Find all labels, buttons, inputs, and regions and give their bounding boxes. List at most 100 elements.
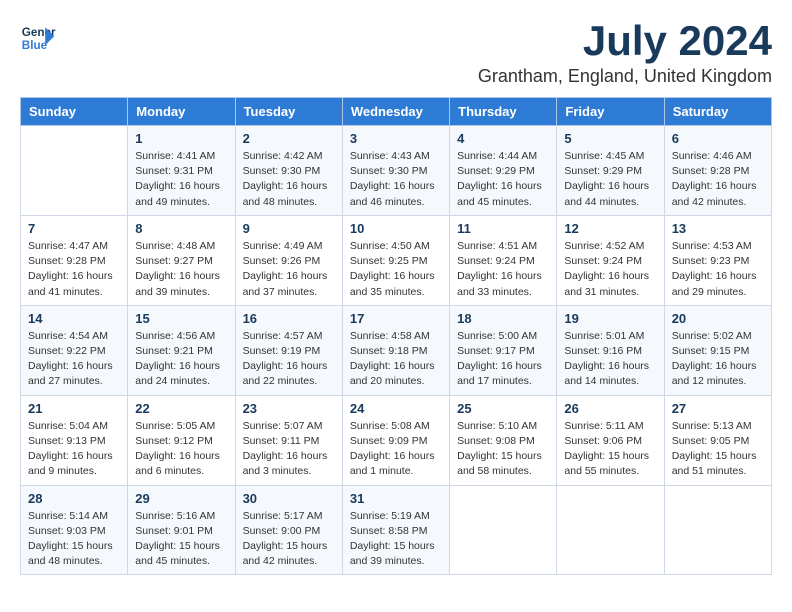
calendar-cell: 3 Sunrise: 4:43 AM Sunset: 9:30 PM Daylig… — [342, 126, 449, 216]
day-info: Sunrise: 4:43 AM Sunset: 9:30 PM Dayligh… — [350, 149, 442, 210]
day-info: Sunrise: 5:10 AM Sunset: 9:08 PM Dayligh… — [457, 419, 549, 480]
calendar-cell: 24 Sunrise: 5:08 AM Sunset: 9:09 PM Dayli… — [342, 395, 449, 485]
calendar-cell: 23Sunrise: 5:07 AM Sunset: 9:11 PM Dayli… — [235, 395, 342, 485]
day-number: 4 — [457, 131, 549, 146]
title-area: July 2024 Grantham, England, United King… — [478, 20, 772, 87]
calendar-cell: 14 Sunrise: 4:54 AM Sunset: 9:22 PM Dayli… — [21, 305, 128, 395]
day-number: 1 — [135, 131, 227, 146]
calendar-cell — [21, 126, 128, 216]
day-info: Sunrise: 4:49 AM Sunset: 9:26 PM Dayligh… — [243, 239, 335, 300]
day-number: 3 — [350, 131, 442, 146]
header-row: SundayMondayTuesdayWednesdayThursdayFrid… — [21, 98, 772, 126]
header-cell-saturday: Saturday — [664, 98, 771, 126]
day-number: 21 — [28, 401, 120, 416]
calendar-cell: 28Sunrise: 5:14 AM Sunset: 9:03 PM Dayli… — [21, 485, 128, 575]
day-info: Sunrise: 5:14 AM Sunset: 9:03 PM Dayligh… — [28, 509, 120, 570]
day-info: Sunrise: 5:08 AM Sunset: 9:09 PM Dayligh… — [350, 419, 442, 480]
header-cell-friday: Friday — [557, 98, 664, 126]
calendar-cell — [450, 485, 557, 575]
day-info: Sunrise: 5:04 AM Sunset: 9:13 PM Dayligh… — [28, 419, 120, 480]
calendar-cell: 18 Sunrise: 5:00 AM Sunset: 9:17 PM Dayli… — [450, 305, 557, 395]
day-info: Sunrise: 4:50 AM Sunset: 9:25 PM Dayligh… — [350, 239, 442, 300]
day-number: 12 — [564, 221, 656, 236]
logo: General Blue — [20, 20, 56, 56]
day-number: 6 — [672, 131, 764, 146]
day-number: 20 — [672, 311, 764, 326]
day-info: Sunrise: 4:47 AM Sunset: 9:28 PM Dayligh… — [28, 239, 120, 300]
calendar-cell: 8 Sunrise: 4:48 AM Sunset: 9:27 PM Daylig… — [128, 215, 235, 305]
day-info: Sunrise: 5:02 AM Sunset: 9:15 PM Dayligh… — [672, 329, 764, 390]
day-info: Sunrise: 4:53 AM Sunset: 9:23 PM Dayligh… — [672, 239, 764, 300]
calendar-cell: 11Sunrise: 4:51 AM Sunset: 9:24 PM Dayli… — [450, 215, 557, 305]
calendar-cell: 2Sunrise: 4:42 AM Sunset: 9:30 PM Daylig… — [235, 126, 342, 216]
calendar-cell: 15 Sunrise: 4:56 AM Sunset: 9:21 PM Dayli… — [128, 305, 235, 395]
header-cell-sunday: Sunday — [21, 98, 128, 126]
calendar-cell — [557, 485, 664, 575]
calendar-cell: 6 Sunrise: 4:46 AM Sunset: 9:28 PM Daylig… — [664, 126, 771, 216]
day-info: Sunrise: 5:16 AM Sunset: 9:01 PM Dayligh… — [135, 509, 227, 570]
day-info: Sunrise: 5:00 AM Sunset: 9:17 PM Dayligh… — [457, 329, 549, 390]
calendar-cell: 25 Sunrise: 5:10 AM Sunset: 9:08 PM Dayli… — [450, 395, 557, 485]
logo-icon: General Blue — [20, 20, 56, 56]
header-cell-wednesday: Wednesday — [342, 98, 449, 126]
day-info: Sunrise: 5:13 AM Sunset: 9:05 PM Dayligh… — [672, 419, 764, 480]
calendar-cell: 12 Sunrise: 4:52 AM Sunset: 9:24 PM Dayli… — [557, 215, 664, 305]
day-info: Sunrise: 5:01 AM Sunset: 9:16 PM Dayligh… — [564, 329, 656, 390]
day-number: 16 — [243, 311, 335, 326]
day-info: Sunrise: 5:19 AM Sunset: 8:58 PM Dayligh… — [350, 509, 442, 570]
calendar-cell: 9 Sunrise: 4:49 AM Sunset: 9:26 PM Daylig… — [235, 215, 342, 305]
day-number: 10 — [350, 221, 442, 236]
calendar-cell: 31 Sunrise: 5:19 AM Sunset: 8:58 PM Dayli… — [342, 485, 449, 575]
header-cell-tuesday: Tuesday — [235, 98, 342, 126]
calendar-cell: 7 Sunrise: 4:47 AM Sunset: 9:28 PM Daylig… — [21, 215, 128, 305]
day-info: Sunrise: 4:58 AM Sunset: 9:18 PM Dayligh… — [350, 329, 442, 390]
day-info: Sunrise: 4:54 AM Sunset: 9:22 PM Dayligh… — [28, 329, 120, 390]
day-info: Sunrise: 5:05 AM Sunset: 9:12 PM Dayligh… — [135, 419, 227, 480]
header: General Blue July 2024 Grantham, England… — [20, 20, 772, 87]
day-number: 25 — [457, 401, 549, 416]
day-number: 2 — [243, 131, 335, 146]
day-number: 9 — [243, 221, 335, 236]
day-number: 18 — [457, 311, 549, 326]
day-info: Sunrise: 4:45 AM Sunset: 9:29 PM Dayligh… — [564, 149, 656, 210]
day-info: Sunrise: 4:46 AM Sunset: 9:28 PM Dayligh… — [672, 149, 764, 210]
calendar-cell: 10 Sunrise: 4:50 AM Sunset: 9:25 PM Dayli… — [342, 215, 449, 305]
day-info: Sunrise: 5:11 AM Sunset: 9:06 PM Dayligh… — [564, 419, 656, 480]
calendar-cell: 13 Sunrise: 4:53 AM Sunset: 9:23 PM Dayli… — [664, 215, 771, 305]
day-number: 22 — [135, 401, 227, 416]
day-number: 31 — [350, 491, 442, 506]
day-number: 30 — [243, 491, 335, 506]
day-info: Sunrise: 4:52 AM Sunset: 9:24 PM Dayligh… — [564, 239, 656, 300]
week-row-1: 1 Sunrise: 4:41 AM Sunset: 9:31 PM Daylig… — [21, 126, 772, 216]
header-cell-monday: Monday — [128, 98, 235, 126]
week-row-2: 7 Sunrise: 4:47 AM Sunset: 9:28 PM Daylig… — [21, 215, 772, 305]
day-info: Sunrise: 4:48 AM Sunset: 9:27 PM Dayligh… — [135, 239, 227, 300]
day-number: 14 — [28, 311, 120, 326]
calendar-cell: 30 Sunrise: 5:17 AM Sunset: 9:00 PM Dayli… — [235, 485, 342, 575]
day-info: Sunrise: 4:57 AM Sunset: 9:19 PM Dayligh… — [243, 329, 335, 390]
day-number: 24 — [350, 401, 442, 416]
day-info: Sunrise: 5:17 AM Sunset: 9:00 PM Dayligh… — [243, 509, 335, 570]
day-number: 7 — [28, 221, 120, 236]
day-number: 29 — [135, 491, 227, 506]
calendar-cell: 22 Sunrise: 5:05 AM Sunset: 9:12 PM Dayli… — [128, 395, 235, 485]
day-info: Sunrise: 5:07 AM Sunset: 9:11 PM Dayligh… — [243, 419, 335, 480]
calendar-table: SundayMondayTuesdayWednesdayThursdayFrid… — [20, 97, 772, 575]
day-number: 26 — [564, 401, 656, 416]
day-number: 8 — [135, 221, 227, 236]
day-info: Sunrise: 4:51 AM Sunset: 9:24 PM Dayligh… — [457, 239, 549, 300]
calendar-cell: 19Sunrise: 5:01 AM Sunset: 9:16 PM Dayli… — [557, 305, 664, 395]
calendar-cell: 20 Sunrise: 5:02 AM Sunset: 9:15 PM Dayli… — [664, 305, 771, 395]
day-number: 5 — [564, 131, 656, 146]
calendar-cell: 5 Sunrise: 4:45 AM Sunset: 9:29 PM Daylig… — [557, 126, 664, 216]
week-row-5: 28Sunrise: 5:14 AM Sunset: 9:03 PM Dayli… — [21, 485, 772, 575]
svg-text:Blue: Blue — [22, 39, 48, 52]
day-number: 15 — [135, 311, 227, 326]
day-info: Sunrise: 4:56 AM Sunset: 9:21 PM Dayligh… — [135, 329, 227, 390]
day-number: 13 — [672, 221, 764, 236]
day-info: Sunrise: 4:41 AM Sunset: 9:31 PM Dayligh… — [135, 149, 227, 210]
day-number: 17 — [350, 311, 442, 326]
calendar-cell: 21 Sunrise: 5:04 AM Sunset: 9:13 PM Dayli… — [21, 395, 128, 485]
calendar-cell: 17 Sunrise: 4:58 AM Sunset: 9:18 PM Dayli… — [342, 305, 449, 395]
calendar-cell: 27Sunrise: 5:13 AM Sunset: 9:05 PM Dayli… — [664, 395, 771, 485]
